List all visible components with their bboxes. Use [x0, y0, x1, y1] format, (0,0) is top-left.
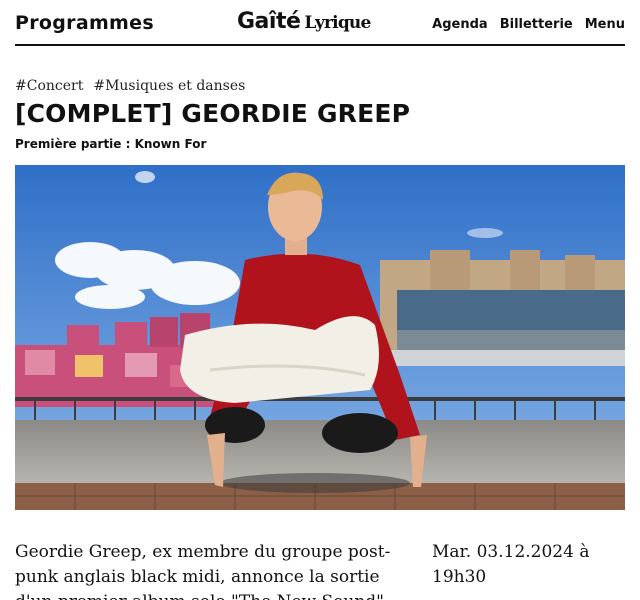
nav-agenda-link[interactable]: Agenda [432, 17, 488, 32]
nav-billetterie-link[interactable]: Billetterie [500, 17, 573, 32]
logo-main-text: Gaîté [237, 9, 301, 34]
event-tags: #Concert #Musiques et danses [15, 78, 245, 94]
tag-musiques-et-danses[interactable]: #Musiques et danses [93, 78, 245, 94]
nav-menu-button[interactable]: Menu [585, 17, 625, 32]
event-hero-image [15, 165, 625, 510]
nav-right: Agenda Billetterie Menu [432, 17, 625, 32]
event-title: [COMPLET] GEORDIE GREEP [15, 99, 411, 128]
event-subtitle: Première partie : Known For [15, 137, 207, 151]
site-header: Programmes Gaîté Lyrique Agenda Billette… [15, 0, 625, 46]
nav-programmes-link[interactable]: Programmes [15, 12, 154, 34]
logo-sub-text: Lyrique [304, 13, 371, 33]
event-description: Geordie Greep, ex membre du groupe post-… [15, 542, 391, 600]
site-logo[interactable]: Gaîté Lyrique [237, 9, 371, 34]
tag-concert[interactable]: #Concert [15, 78, 83, 94]
event-date: Mar. 03.12.2024 à 19h30 [432, 542, 590, 587]
